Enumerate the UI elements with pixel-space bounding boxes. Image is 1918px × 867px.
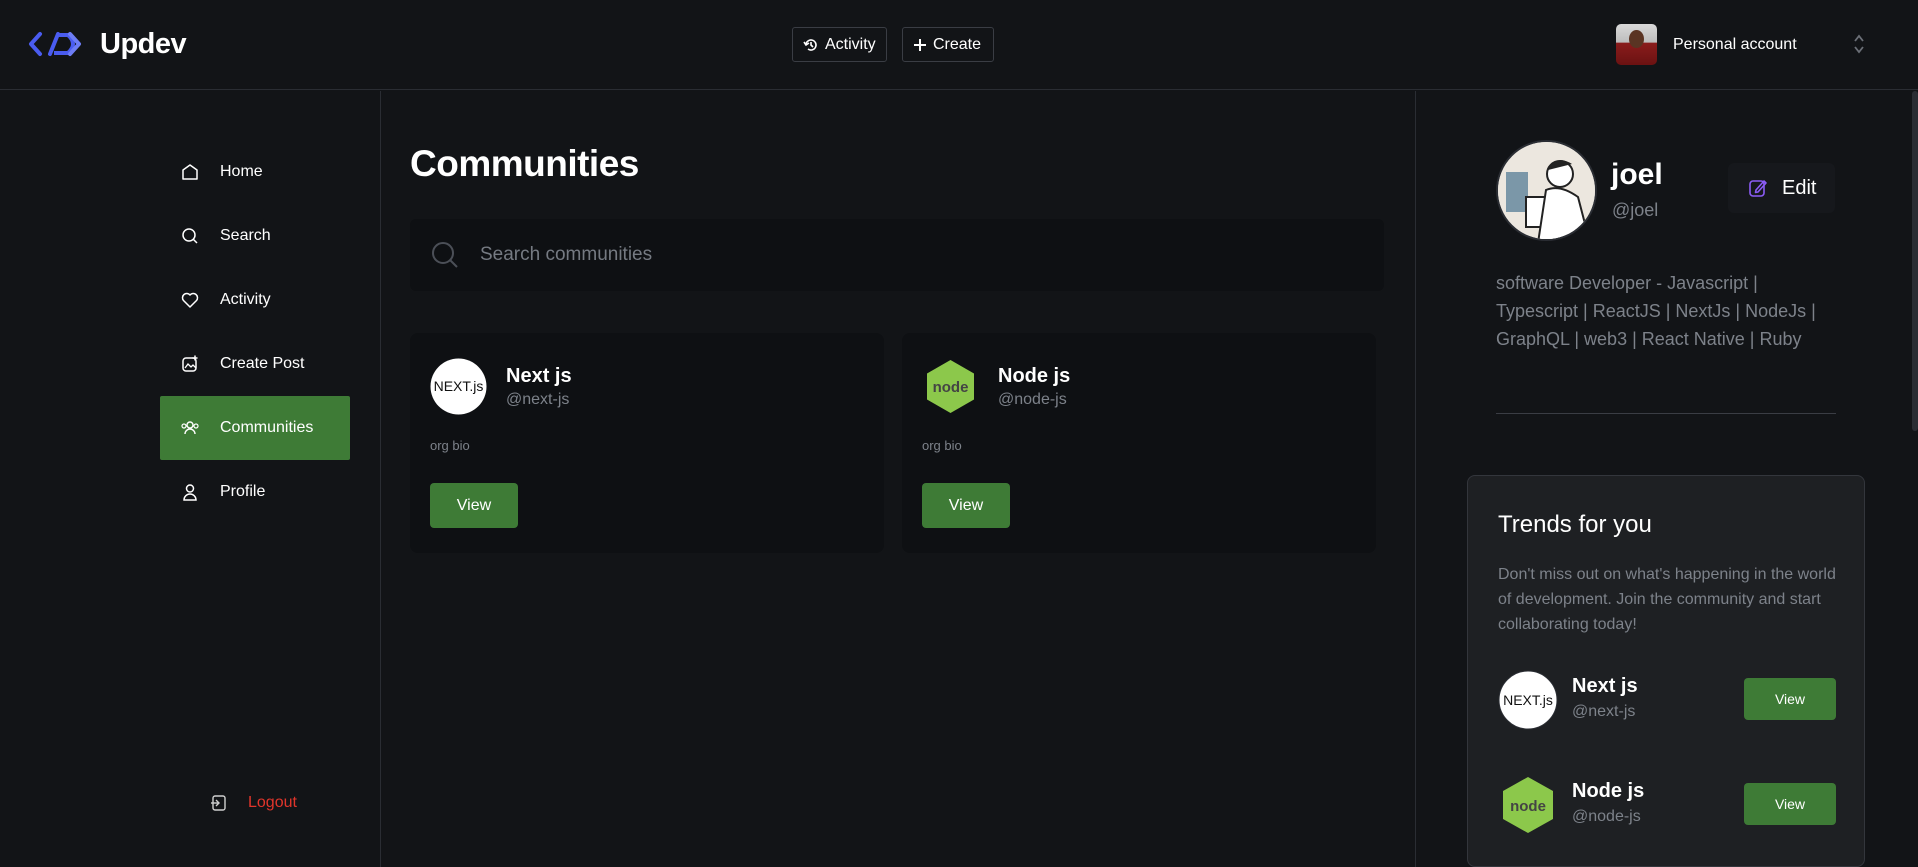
main-content: Communities NEXT.js Next js @next-js org… [382,91,1415,867]
user-icon [183,484,197,501]
create-button[interactable]: Create [902,27,994,62]
sidebar-item-activity[interactable]: Activity [160,268,350,332]
trend-name: Next js [1572,675,1638,697]
community-card: NEXT.js Next js @next-js org bio View [410,333,884,553]
trend-item: node Node js @node-js View [1498,775,1838,837]
page-title: Communities [410,143,639,184]
sidebar-item-label: Communities [220,419,314,436]
create-post-icon [182,355,198,372]
logout-label: Logout [248,794,297,811]
edit-button-label: Edit [1782,176,1817,199]
left-sidebar: Home Search Activity Create Post Communi… [0,91,381,867]
svg-text:node: node [933,379,969,396]
sidebar-item-label: Search [220,227,271,244]
profile-avatar[interactable] [1496,140,1597,241]
top-bar: Updev Activity Create Personal account [0,0,1918,90]
sidebar-item-label: Profile [220,483,266,500]
community-card: node Node js @node-js org bio View [902,333,1376,553]
search-icon [182,228,198,244]
sidebar-item-profile[interactable]: Profile [160,460,350,524]
profile-handle: @joel [1612,200,1659,220]
search-bar[interactable] [410,219,1384,291]
heart-icon [181,292,199,308]
edit-profile-button[interactable]: Edit [1728,163,1835,213]
brand-logo[interactable]: Updev [28,26,187,62]
brand-name: Updev [100,27,187,60]
communities-icon [181,421,199,435]
view-community-button[interactable]: View [430,483,518,528]
account-avatar [1616,24,1657,65]
create-button-label: Create [933,35,982,53]
activity-button-label: Activity [825,35,876,53]
profile-name: joel [1611,158,1663,191]
community-name: Node js [998,365,1071,387]
edit-icon [1749,180,1767,197]
trend-handle: @node-js [1572,808,1641,825]
svg-text:NEXT.js: NEXT.js [434,378,484,394]
trends-panel: Trends for you Don't miss out on what's … [1467,475,1865,867]
sidebar-item-create-post[interactable]: Create Post [160,332,350,396]
svg-text:node: node [1510,798,1546,815]
view-community-button[interactable]: View [922,483,1010,528]
trends-title: Trends for you [1498,511,1652,538]
trends-description: Don't miss out on what's happening in th… [1498,566,1836,633]
trend-handle: @next-js [1572,703,1636,720]
community-bio: org bio [922,438,962,453]
view-trend-button[interactable]: View [1744,678,1836,720]
sidebar-item-label: Home [220,163,263,180]
sidebar-item-search[interactable]: Search [160,204,350,268]
trend-name: Node js [1572,780,1645,802]
nextjs-logo: NEXT.js [1498,670,1558,730]
account-switcher[interactable]: Personal account [1616,24,1797,65]
nodejs-logo: node [927,360,974,413]
right-sidebar: joel @joel Edit software Developer - Jav… [1415,91,1918,867]
search-input[interactable] [480,244,1280,266]
svg-text:NEXT.js: NEXT.js [1503,692,1553,708]
community-handle: @next-js [506,391,570,408]
nodejs-logo: node [1503,777,1553,833]
community-handle: @node-js [998,391,1067,408]
chevron-up-down-icon[interactable] [1852,32,1866,56]
sidebar-item-label: Activity [220,291,271,308]
divider [1496,413,1836,414]
sidebar-item-home[interactable]: Home [160,140,350,204]
search-icon [432,242,458,268]
community-bio: org bio [430,438,470,453]
logout-button[interactable]: Logout [210,794,297,812]
nextjs-logo: NEXT.js [430,358,487,415]
activity-button[interactable]: Activity [792,27,887,62]
logout-icon [211,795,226,811]
sidebar-item-label: Create Post [220,355,305,372]
history-icon [803,38,817,51]
view-trend-button[interactable]: View [1744,783,1836,825]
sidebar-item-communities[interactable]: Communities [160,396,350,460]
code-logo-icon [29,32,81,56]
profile-illustration [1498,142,1595,239]
scrollbar[interactable] [1912,91,1918,431]
home-icon [182,164,198,180]
trend-item: NEXT.js Next js @next-js View [1498,670,1838,732]
community-name: Next js [506,365,572,387]
profile-bio: software Developer - Javascript | Typesc… [1496,273,1816,349]
plus-icon [914,38,926,51]
account-label: Personal account [1673,35,1797,53]
